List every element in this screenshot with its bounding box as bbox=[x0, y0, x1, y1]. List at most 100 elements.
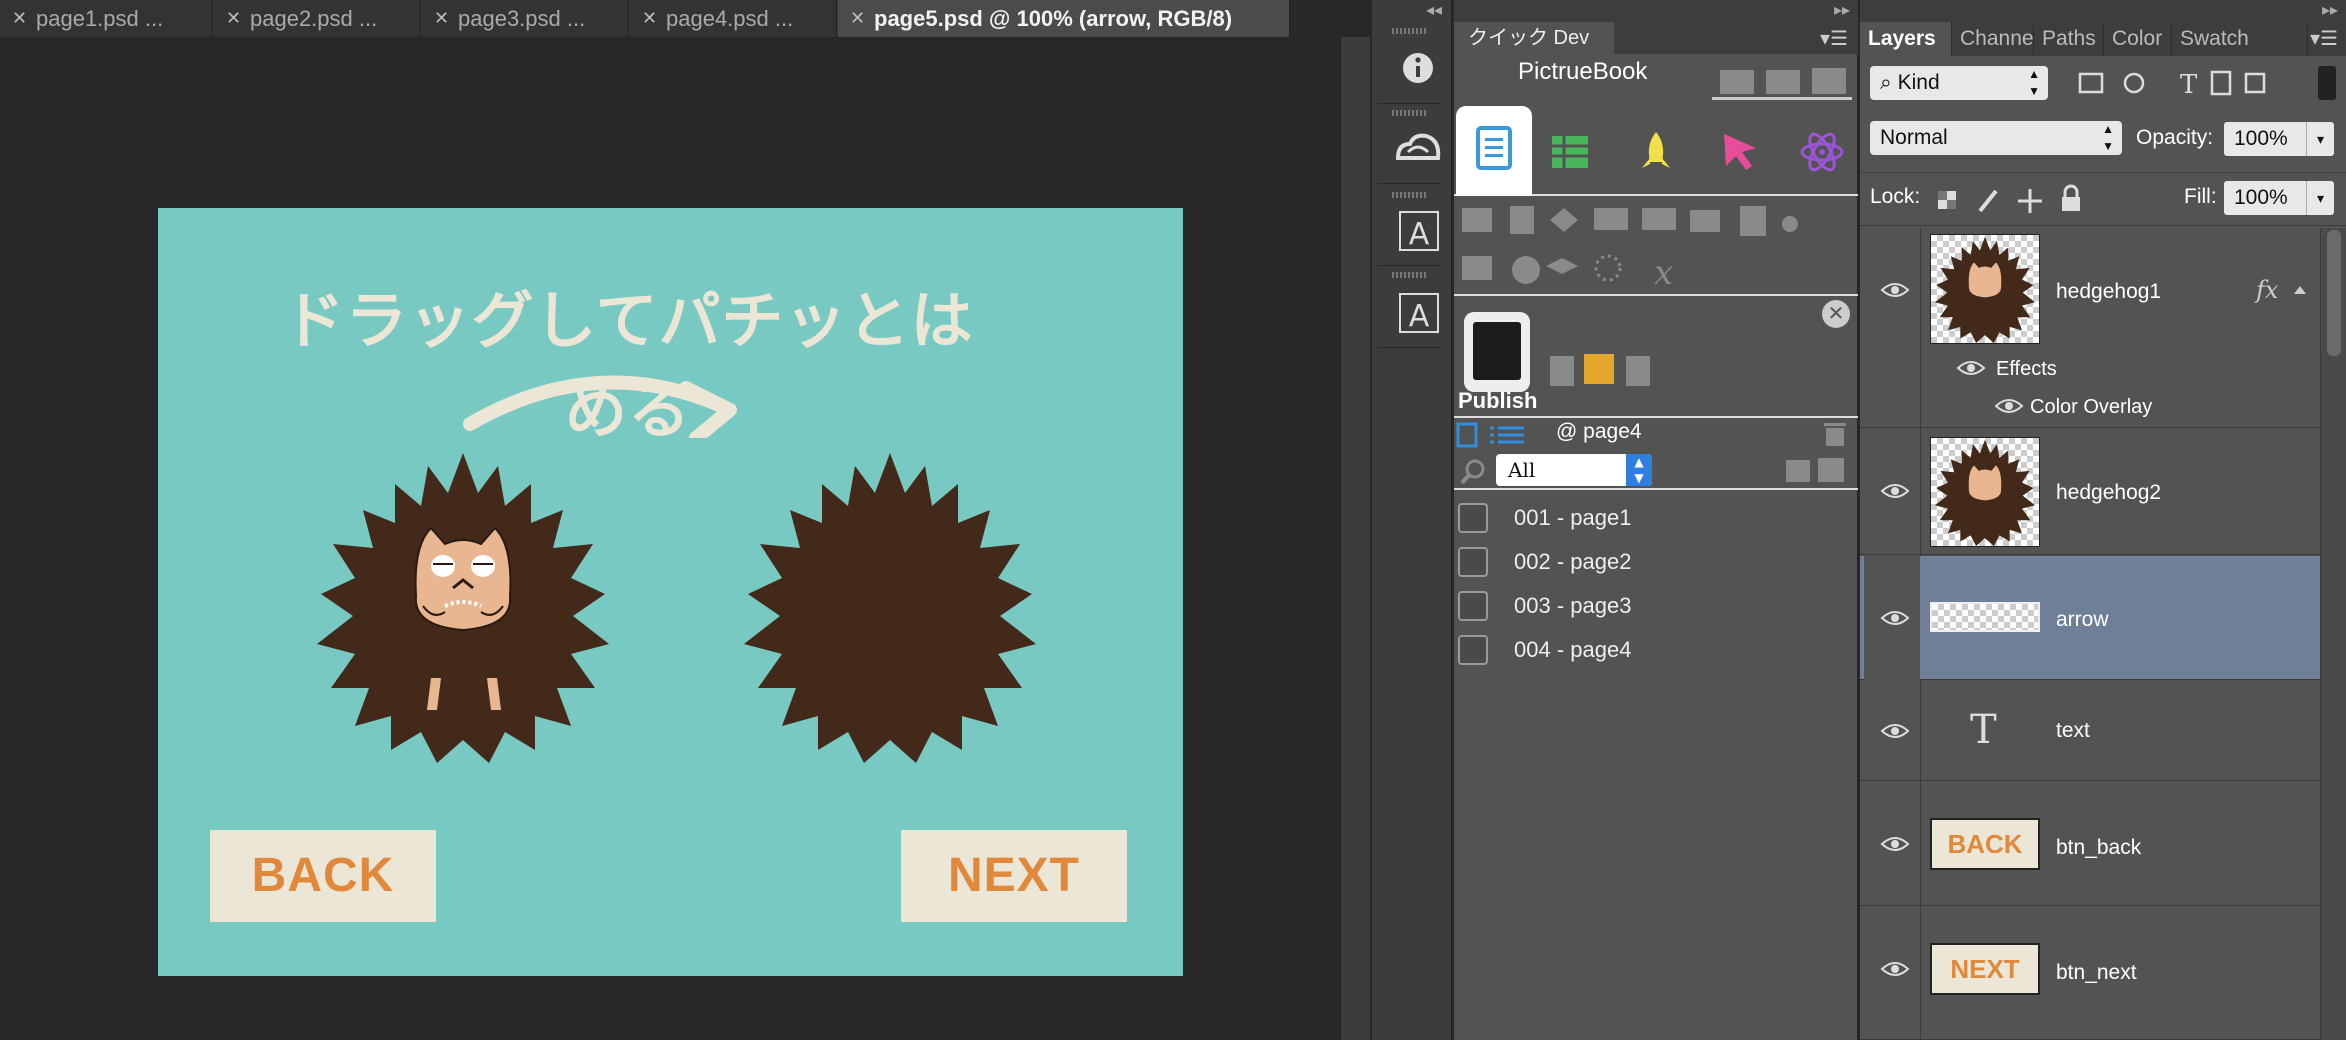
table-icon[interactable] bbox=[1546, 128, 1594, 176]
hedgehog-graphic[interactable] bbox=[313, 448, 613, 763]
tool-icons[interactable]: x bbox=[1454, 198, 1858, 294]
close-icon[interactable]: ✕ bbox=[12, 0, 27, 37]
back-button[interactable]: BACK bbox=[210, 830, 436, 922]
cursor-icon[interactable] bbox=[1716, 128, 1764, 176]
opacity-input[interactable]: 100% ▾ bbox=[2224, 122, 2334, 156]
eye-icon[interactable] bbox=[1880, 721, 1910, 741]
eye-icon[interactable] bbox=[1880, 280, 1910, 300]
eye-icon[interactable] bbox=[1880, 608, 1910, 628]
layer-name[interactable]: hedgehog1 bbox=[2056, 280, 2161, 304]
tab-swatches[interactable]: Swatch bbox=[2172, 22, 2308, 56]
page-checkbox[interactable] bbox=[1458, 547, 1488, 577]
atom-icon[interactable] bbox=[1798, 128, 1846, 176]
chevron-down-icon[interactable]: ▾ bbox=[2306, 181, 2334, 215]
panel-menu-icon[interactable]: ▾☰ bbox=[2310, 26, 2338, 51]
fx-icon[interactable]: fx bbox=[2256, 276, 2278, 304]
layer-row-arrow[interactable]: arrow bbox=[1860, 556, 2320, 680]
layer-name[interactable]: btn_back bbox=[2056, 836, 2141, 860]
chevron-up-icon[interactable] bbox=[2290, 280, 2310, 300]
collapse-arrows-icon[interactable]: ▸▸ bbox=[2322, 0, 2338, 20]
eye-icon[interactable] bbox=[1956, 358, 1986, 378]
layers-scrollbar[interactable] bbox=[2320, 228, 2346, 1040]
page-mode-button[interactable] bbox=[1456, 106, 1532, 196]
close-icon[interactable]: ✕ bbox=[434, 0, 449, 37]
paragraph-icon[interactable]: A bbox=[1378, 282, 1442, 348]
eye-icon[interactable] bbox=[1994, 396, 2024, 416]
chevron-updown-icon: ▲ ▼ bbox=[2102, 122, 2114, 153]
list-item[interactable]: 003 - page3 bbox=[1454, 584, 1858, 628]
filter-toggle-switch[interactable] bbox=[2318, 66, 2336, 100]
rocket-icon[interactable] bbox=[1632, 128, 1680, 176]
close-icon[interactable]: ✕ bbox=[642, 0, 657, 37]
blend-mode-value: Normal bbox=[1880, 126, 1948, 149]
grip-handle[interactable] bbox=[1392, 110, 1428, 116]
close-icon[interactable]: ✕ bbox=[226, 0, 241, 37]
layer-row-btn-back[interactable]: BACK btn_back bbox=[1860, 782, 2320, 906]
character-icon[interactable]: A bbox=[1378, 200, 1442, 266]
tab-channels[interactable]: Channe bbox=[1952, 22, 2034, 56]
list-item[interactable]: 001 - page1 bbox=[1454, 496, 1858, 540]
page-list-header: @ page4 bbox=[1454, 418, 1858, 450]
document-canvas[interactable]: ドラッグしてパチッとはめる BACK NEXT bbox=[158, 208, 1183, 976]
layer-name[interactable]: text bbox=[2056, 719, 2090, 743]
tab-label: page2.psd ... bbox=[250, 6, 378, 31]
layer-name[interactable]: hedgehog2 bbox=[2056, 481, 2161, 505]
layer-filter-icons[interactable]: T bbox=[2064, 66, 2294, 100]
collapse-arrows-icon[interactable]: ◂◂ bbox=[1426, 0, 1442, 20]
page-action-icons[interactable] bbox=[1780, 454, 1850, 486]
grip-handle[interactable] bbox=[1392, 192, 1428, 198]
layer-row-text[interactable]: T text bbox=[1860, 681, 2320, 781]
chevron-down-icon[interactable]: ▾ bbox=[2306, 122, 2334, 156]
tab-paths[interactable]: Paths bbox=[2034, 22, 2104, 56]
tab-page2[interactable]: ✕ page2.psd ... bbox=[214, 0, 421, 37]
layer-kind-filter[interactable]: ⌕ Kind ▲ ▼ bbox=[1870, 66, 2048, 100]
publish-tool-icons[interactable] bbox=[1544, 348, 1654, 394]
close-icon[interactable]: ✕ bbox=[1822, 300, 1850, 328]
next-button[interactable]: NEXT bbox=[901, 830, 1127, 922]
page-checkbox[interactable] bbox=[1458, 503, 1488, 533]
grip-handle[interactable] bbox=[1392, 28, 1428, 34]
tab-page5[interactable]: ✕ page5.psd @ 100% (arrow, RGB/8) bbox=[838, 0, 1290, 37]
layer-name[interactable]: btn_next bbox=[2056, 961, 2137, 985]
eye-icon[interactable] bbox=[1880, 481, 1910, 501]
creative-cloud-icon[interactable] bbox=[1378, 118, 1442, 184]
collapse-arrows-icon[interactable]: ▸▸ bbox=[1834, 0, 1850, 20]
panel-menu-icon[interactable]: ▾☰ bbox=[1820, 26, 1848, 51]
fill-input[interactable]: 100% ▾ bbox=[2224, 181, 2334, 215]
lock-option-icons[interactable] bbox=[1930, 181, 2090, 217]
blend-mode-select[interactable]: Normal ▲ ▼ bbox=[1870, 121, 2122, 155]
tab-quick-dev[interactable]: クイック Dev bbox=[1454, 22, 1614, 54]
layer-row-btn-next[interactable]: NEXT btn_next bbox=[1860, 907, 2320, 1040]
close-icon[interactable]: ✕ bbox=[850, 0, 865, 37]
folder-icons[interactable] bbox=[1712, 60, 1852, 98]
trash-icon[interactable] bbox=[1820, 418, 1850, 448]
color-overlay-label[interactable]: Color Overlay bbox=[2030, 396, 2152, 419]
page-checkbox[interactable] bbox=[1458, 635, 1488, 665]
hedgehog-silhouette-target[interactable] bbox=[740, 448, 1040, 763]
tab-layers[interactable]: Layers bbox=[1860, 22, 1952, 56]
grip-handle[interactable] bbox=[1392, 272, 1428, 278]
tab-page4[interactable]: ✕ page4.psd ... bbox=[630, 0, 837, 37]
canvas-scrollbar[interactable] bbox=[1340, 37, 1370, 1040]
layer-name[interactable]: arrow bbox=[2056, 608, 2109, 632]
project-name: PictrueBook bbox=[1518, 58, 1648, 85]
list-item[interactable]: 004 - page4 bbox=[1454, 628, 1858, 672]
page-filter-select[interactable]: All ▲ ▼ bbox=[1496, 454, 1652, 486]
eye-icon[interactable] bbox=[1880, 959, 1910, 979]
tab-page3[interactable]: ✕ page3.psd ... bbox=[422, 0, 629, 37]
device-preview-icon[interactable] bbox=[1464, 312, 1530, 392]
tab-page1[interactable]: ✕ page1.psd ... bbox=[0, 0, 213, 37]
list-view-icons[interactable] bbox=[1454, 420, 1534, 448]
publish-label[interactable]: Publish bbox=[1458, 388, 1537, 414]
info-icon[interactable] bbox=[1378, 38, 1442, 104]
mode-tool-row bbox=[1454, 106, 1858, 196]
page-checkbox[interactable] bbox=[1458, 591, 1488, 621]
tab-color[interactable]: Color bbox=[2104, 22, 2172, 56]
scrollbar-thumb[interactable] bbox=[2327, 230, 2341, 356]
list-item[interactable]: 002 - page2 bbox=[1454, 540, 1858, 584]
eye-icon[interactable] bbox=[1880, 834, 1910, 854]
layer-row-hedgehog1[interactable]: hedgehog1 fx Effects Color Overlay bbox=[1860, 228, 2320, 428]
arrow-graphic[interactable] bbox=[458, 358, 758, 438]
quick-dev-panel: ▸▸ クイック Dev ▾☰ PictrueBook x Publish ✕ @… bbox=[1454, 0, 1858, 1040]
layer-row-hedgehog2[interactable]: hedgehog2 bbox=[1860, 429, 2320, 555]
